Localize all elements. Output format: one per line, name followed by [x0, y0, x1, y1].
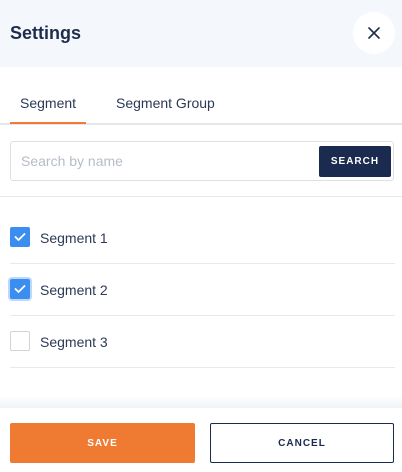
tab-segment[interactable]: Segment — [20, 95, 76, 111]
check-icon — [14, 285, 26, 293]
footer: SAVE CANCEL — [0, 408, 402, 472]
list-item[interactable]: Segment 2 — [10, 264, 395, 316]
search-bar: SEARCH — [10, 141, 394, 181]
close-button[interactable] — [353, 12, 395, 54]
tab-segment-group[interactable]: Segment Group — [116, 95, 215, 111]
divider — [0, 196, 402, 197]
segment-label: Segment 1 — [40, 230, 108, 246]
segment-3-checkbox[interactable] — [10, 331, 30, 351]
segment-1-checkbox[interactable] — [10, 227, 30, 247]
tab-bar: Segment Segment Group — [0, 67, 402, 125]
close-icon — [368, 27, 380, 39]
settings-header: Settings — [0, 0, 402, 67]
search-button[interactable]: SEARCH — [319, 146, 391, 177]
save-button[interactable]: SAVE — [10, 423, 195, 463]
segment-label: Segment 2 — [40, 282, 108, 298]
active-tab-indicator — [10, 122, 86, 124]
search-input[interactable] — [11, 142, 311, 180]
list-item[interactable]: Segment 1 — [10, 212, 395, 264]
page-title: Settings — [10, 23, 82, 43]
segment-label: Segment 3 — [40, 334, 108, 350]
check-icon — [14, 233, 26, 241]
segment-2-checkbox[interactable] — [10, 279, 30, 299]
cancel-button[interactable]: CANCEL — [210, 423, 394, 463]
list-item[interactable]: Segment 3 — [10, 316, 395, 368]
footer-shadow — [0, 396, 402, 408]
segment-list: Segment 1 Segment 2 Segment 3 — [10, 212, 395, 368]
